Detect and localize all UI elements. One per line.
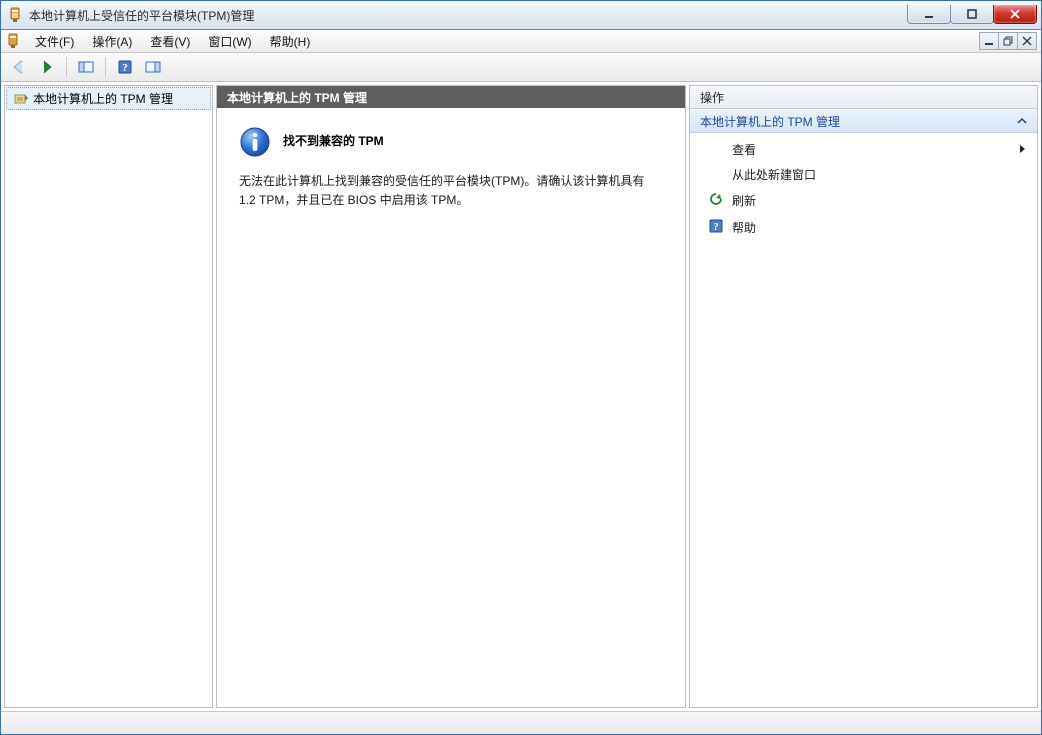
mdi-buttons xyxy=(980,32,1037,50)
action-view-label: 查看 xyxy=(732,141,756,158)
tree-item-tpm-root[interactable]: 本地计算机上的 TPM 管理 xyxy=(6,87,211,110)
main-header: 本地计算机上的 TPM 管理 xyxy=(217,86,685,108)
menubar: 文件(F) 操作(A) 查看(V) 窗口(W) 帮助(H) xyxy=(1,30,1041,53)
menu-file[interactable]: 文件(F) xyxy=(27,31,82,52)
content-area: 本地计算机上的 TPM 管理 本地计算机上的 TPM 管理 xyxy=(1,82,1041,711)
actions-section-header[interactable]: 本地计算机上的 TPM 管理 xyxy=(690,109,1037,133)
info-text: 无法在此计算机上找到兼容的受信任的平台模块(TPM)。请确认该计算机具有 1.2… xyxy=(239,172,659,209)
toolbar-separator-2 xyxy=(105,57,106,77)
window-title: 本地计算机上受信任的平台模块(TPM)管理 xyxy=(29,7,902,24)
tree-pane: 本地计算机上的 TPM 管理 xyxy=(4,85,213,708)
menu-view[interactable]: 查看(V) xyxy=(142,31,198,52)
menu-app-icon xyxy=(5,33,21,49)
caption-buttons xyxy=(908,5,1037,24)
refresh-icon xyxy=(708,191,724,210)
mdi-minimize-button[interactable] xyxy=(979,32,999,50)
actions-section-label: 本地计算机上的 TPM 管理 xyxy=(700,113,840,130)
app-icon xyxy=(7,7,23,23)
action-list: 查看 从此处新建窗口 刷新 xyxy=(690,133,1037,245)
actions-pane: 操作 本地计算机上的 TPM 管理 查看 从此处新建窗口 xyxy=(689,85,1038,708)
tpm-icon xyxy=(13,91,29,107)
action-refresh[interactable]: 刷新 xyxy=(690,187,1037,214)
actions-header-label: 操作 xyxy=(700,89,724,106)
action-refresh-label: 刷新 xyxy=(732,192,756,209)
close-button[interactable] xyxy=(993,5,1037,24)
show-hide-action-pane-button[interactable] xyxy=(141,55,165,79)
info-title: 找不到兼容的 TPM xyxy=(283,132,384,149)
forward-button[interactable] xyxy=(35,55,59,79)
show-hide-tree-button[interactable] xyxy=(74,55,98,79)
help-button[interactable]: ? xyxy=(113,55,137,79)
main-header-title: 本地计算机上的 TPM 管理 xyxy=(227,89,367,106)
window-frame: 本地计算机上受信任的平台模块(TPM)管理 文件(F) 操作(A) 查看(V) … xyxy=(0,0,1042,735)
main-body: 找不到兼容的 TPM 无法在此计算机上找到兼容的受信任的平台模块(TPM)。请确… xyxy=(217,108,685,707)
menu-window[interactable]: 窗口(W) xyxy=(200,31,259,52)
action-view[interactable]: 查看 xyxy=(690,137,1037,162)
menu-help[interactable]: 帮助(H) xyxy=(262,31,319,52)
menu-operation[interactable]: 操作(A) xyxy=(84,31,140,52)
action-help-label: 帮助 xyxy=(732,219,756,236)
svg-text:?: ? xyxy=(122,62,128,74)
action-new-window-label: 从此处新建窗口 xyxy=(732,166,816,183)
mdi-restore-button[interactable] xyxy=(998,32,1018,50)
titlebar: 本地计算机上受信任的平台模块(TPM)管理 xyxy=(1,1,1041,30)
collapse-arrow-icon xyxy=(1017,116,1027,130)
info-icon xyxy=(239,126,271,158)
main-pane: 本地计算机上的 TPM 管理 xyxy=(216,85,686,708)
toolbar-separator xyxy=(66,57,67,77)
mdi-close-button[interactable] xyxy=(1017,32,1037,50)
action-help[interactable]: ? 帮助 xyxy=(690,214,1037,241)
back-button[interactable] xyxy=(7,55,31,79)
statusbar xyxy=(1,711,1041,734)
minimize-button[interactable] xyxy=(907,5,951,24)
svg-text:?: ? xyxy=(713,221,719,233)
toolbar: ? xyxy=(1,53,1041,82)
actions-header: 操作 xyxy=(690,86,1037,109)
info-row: 找不到兼容的 TPM xyxy=(239,126,663,158)
maximize-button[interactable] xyxy=(950,5,994,24)
help-icon: ? xyxy=(708,218,724,237)
submenu-arrow-icon xyxy=(1019,143,1027,157)
action-new-window[interactable]: 从此处新建窗口 xyxy=(690,162,1037,187)
tree-item-label: 本地计算机上的 TPM 管理 xyxy=(33,90,173,107)
